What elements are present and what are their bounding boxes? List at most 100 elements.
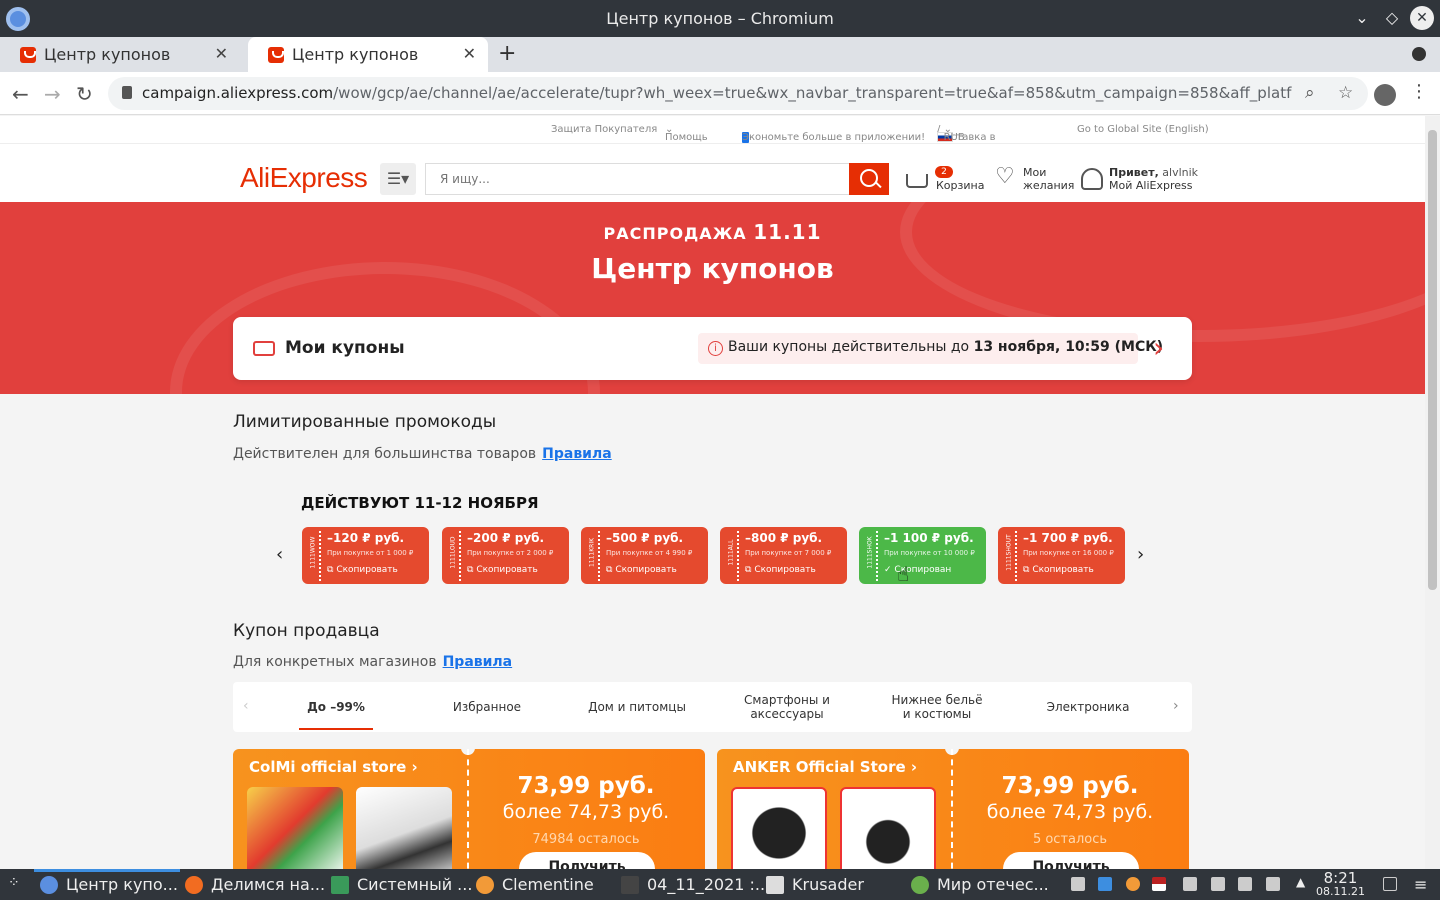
chevron-right-icon[interactable]: › xyxy=(1153,331,1164,364)
bookmark-star-icon[interactable]: ☆ xyxy=(1338,83,1353,103)
coupons-prev-icon[interactable]: ‹ xyxy=(276,544,283,565)
system-monitor-icon xyxy=(331,876,349,894)
account-link[interactable]: Привет, alvlnik Мой AliExpress xyxy=(1109,166,1198,192)
page-scrollbar[interactable] xyxy=(1425,116,1440,869)
tab-coupons-2[interactable]: Центр купонов ✕ xyxy=(248,37,488,72)
coupons-next-icon[interactable]: › xyxy=(1137,544,1144,565)
wishlist-link[interactable]: Мои желания xyxy=(1023,166,1074,192)
app-launcher-icon[interactable]: ⁘ xyxy=(8,875,20,891)
active-task-indicator xyxy=(34,869,180,872)
copy-code-button[interactable]: ⧉ Скопировать xyxy=(327,565,398,575)
get-coupon-button[interactable]: Получить xyxy=(519,852,655,869)
scrollbar-thumb[interactable] xyxy=(1428,130,1437,590)
tab-coupons-1[interactable]: Центр купонов ✕ xyxy=(0,37,240,72)
global-site-link[interactable]: Go to Global Site (English) xyxy=(1077,124,1209,135)
task-browser[interactable]: Мир отечес... xyxy=(937,875,1049,894)
clock[interactable]: 8:21 08.11.21 xyxy=(1316,871,1365,899)
tab-electronics[interactable]: Электроника xyxy=(1038,682,1138,732)
store-name-link[interactable]: ColMi official store › xyxy=(249,758,418,776)
promo-coupon[interactable]: 1111WOW –120 ₽ руб. При покупке от 1 000 ₽… xyxy=(302,527,429,584)
minimize-icon[interactable]: ⌄ xyxy=(1350,6,1374,30)
aliexpress-logo[interactable]: AliExpress xyxy=(240,162,368,194)
help-link[interactable]: Помощь ⌄ xyxy=(665,124,708,143)
promo-coupon[interactable]: 1111SHOK –1 100 ₽ руб. При покупке от 10 0… xyxy=(859,527,986,584)
product-image[interactable] xyxy=(840,787,936,869)
delivery-selector[interactable]: Доставка в / RUB ⌄ xyxy=(937,124,996,143)
show-desktop-icon[interactable] xyxy=(1383,877,1397,891)
back-icon[interactable]: ← xyxy=(12,82,29,106)
close-tab-icon[interactable]: ✕ xyxy=(215,44,228,63)
my-coupons-card[interactable]: Мои купоны i Ваши купоны действительны д… xyxy=(233,317,1192,380)
weather-tray-icon[interactable] xyxy=(1126,877,1140,891)
promo-coupon[interactable]: 1111KRIK –500 ₽ руб. При покупке от 4 990 … xyxy=(581,527,708,584)
chevron-left-icon[interactable]: ‹ xyxy=(243,698,249,714)
cart-icon[interactable] xyxy=(906,174,928,188)
lock-icon[interactable] xyxy=(122,86,132,99)
cart-link[interactable]: Корзина xyxy=(936,179,984,192)
clipboard-tray-icon[interactable] xyxy=(1183,877,1197,891)
terminal-icon xyxy=(621,876,639,894)
promo-coupon[interactable]: 1111LOUD –200 ₽ руб. При покупке от 2 000 … xyxy=(442,527,569,584)
task-terminal[interactable]: 04_11_2021 :... xyxy=(647,875,770,894)
close-tab-icon[interactable]: ✕ xyxy=(463,44,476,63)
us-flag-icon[interactable] xyxy=(1152,877,1166,891)
task-firefox[interactable]: Делимся на... xyxy=(211,875,325,894)
categories-menu-icon[interactable]: ☰▾ xyxy=(380,163,416,195)
store-coupon-card: ColMi official store › 73,99 руб. более … xyxy=(233,749,705,869)
promo-coupon[interactable]: 1111ALL –800 ₽ руб. При покупке от 7 000 ₽… xyxy=(720,527,847,584)
user-icon[interactable] xyxy=(1081,168,1103,190)
menu-kebab-icon[interactable]: ⋮ xyxy=(1410,81,1428,102)
tab-underwear[interactable]: Нижнее бельё и костюмы xyxy=(887,682,987,732)
copy-icon: ⧉ xyxy=(467,565,474,575)
address-bar[interactable]: campaign.aliexpress.com/wow/gcp/ae/chann… xyxy=(108,77,1368,110)
task-system-monitor[interactable]: Системный ... xyxy=(357,875,472,894)
buyer-protection-link[interactable]: Защита Покупателя xyxy=(551,124,657,135)
promo-coupon[interactable]: 1111SHOUT –1 700 ₽ руб. При покупке от 16 … xyxy=(998,527,1125,584)
heart-icon[interactable]: ♡ xyxy=(995,166,1017,188)
copy-icon: ⧉ xyxy=(327,565,334,575)
product-image[interactable] xyxy=(247,787,343,869)
new-tab-icon[interactable]: + xyxy=(498,41,516,66)
network-tray-icon[interactable] xyxy=(1071,877,1085,891)
profile-icon[interactable] xyxy=(1374,84,1396,106)
zoom-icon[interactable]: ⌕ xyxy=(1305,83,1315,103)
tab-favorites[interactable]: Избранное xyxy=(437,682,537,732)
chat-tray-icon[interactable] xyxy=(1098,877,1112,891)
taskbar-menu-icon[interactable]: ≡ xyxy=(1414,875,1427,894)
url-text: campaign.aliexpress.com/wow/gcp/ae/chann… xyxy=(142,84,1292,102)
copy-code-button[interactable]: ⧉ Скопировать xyxy=(606,565,677,575)
copy-code-button[interactable]: ⧉ Скопировать xyxy=(467,565,538,575)
check-icon: ✓ xyxy=(884,565,892,575)
chevron-right-icon[interactable]: › xyxy=(1173,698,1179,714)
maximize-icon[interactable]: ◇ xyxy=(1380,6,1404,30)
search-input[interactable] xyxy=(426,164,849,194)
tab-smartphones[interactable]: Смартфоны и аксессуары xyxy=(737,682,837,732)
seller-rules-link[interactable]: Правила xyxy=(443,654,513,670)
task-krusader[interactable]: Krusader xyxy=(792,875,864,894)
copy-code-button[interactable]: ⧉ Скопировать xyxy=(745,565,816,575)
store-name-link[interactable]: ANKER Official Store › xyxy=(733,758,917,776)
copy-code-button[interactable]: ✓ Скопирован xyxy=(884,565,951,575)
limited-rules-link[interactable]: Правила xyxy=(542,446,612,462)
category-tabs: ‹ До –99% Избранное Дом и питомцы Смартф… xyxy=(233,682,1192,732)
tray-expand-icon[interactable]: ▲ xyxy=(1296,875,1305,889)
task-chromium[interactable]: Центр купо... xyxy=(66,875,178,894)
volume-icon[interactable] xyxy=(1238,877,1252,891)
page-viewport: Защита Покупателя Помощь ⌄ Экономьте бол… xyxy=(0,116,1425,869)
task-clementine[interactable]: Clementine xyxy=(502,875,594,894)
product-image[interactable] xyxy=(356,787,452,869)
active-dates-label: ДЕЙСТВУЮТ 11-12 НОЯБРЯ xyxy=(301,494,539,512)
browser-globe-icon xyxy=(911,876,929,894)
lock-tray-icon[interactable] xyxy=(1211,877,1225,891)
tab-home-pets[interactable]: Дом и питомцы xyxy=(587,682,687,732)
tab-search-icon[interactable] xyxy=(1412,47,1426,61)
tab-upto-99[interactable]: До –99% xyxy=(299,682,373,732)
reload-icon[interactable]: ↻ xyxy=(76,82,93,106)
forward-icon[interactable]: → xyxy=(44,82,61,106)
battery-icon[interactable] xyxy=(1266,877,1280,891)
search-button[interactable] xyxy=(849,163,889,195)
copy-code-button[interactable]: ⧉ Скопировать xyxy=(1023,565,1094,575)
product-image[interactable] xyxy=(731,787,827,869)
get-coupon-button[interactable]: Получить xyxy=(1003,852,1139,869)
close-window-icon[interactable]: ✕ xyxy=(1410,6,1434,30)
